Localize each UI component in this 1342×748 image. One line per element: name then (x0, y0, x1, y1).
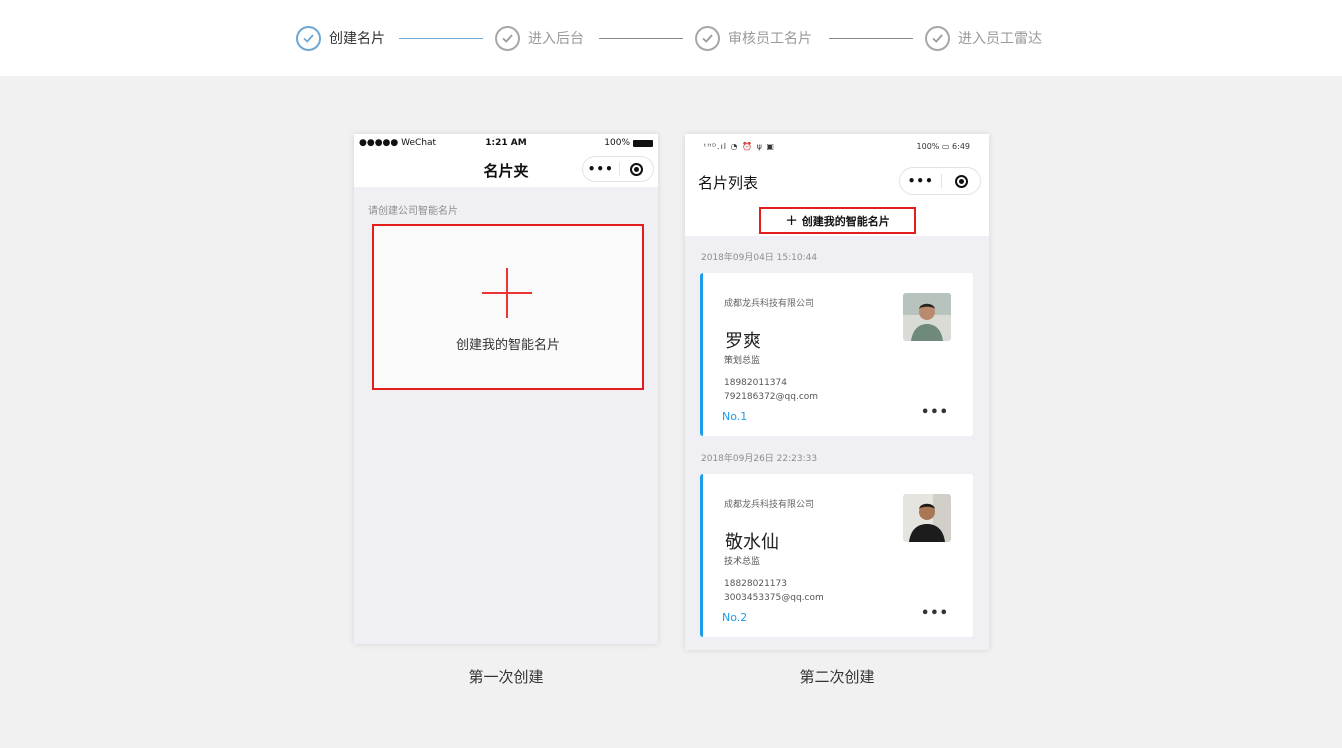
nav-bar: 名片夹 ••• (354, 152, 658, 187)
card-phone: 18982011374 (724, 378, 787, 388)
steps-bar: 创建名片 进入后台 审核员工名片 进入员工雷达 (0, 0, 1342, 76)
step-review-cards[interactable]: 审核员工名片 (695, 25, 812, 51)
card-company: 成都龙兵科技有限公司 (724, 500, 815, 510)
business-card[interactable]: 成都龙兵科技有限公司 罗爽 策划总监 18982011374 792186372… (700, 273, 973, 436)
step-label: 进入员工雷达 (958, 31, 1042, 47)
check-icon (495, 25, 520, 51)
card-role: 技术总监 (724, 557, 761, 567)
close-target-icon[interactable] (619, 162, 653, 176)
card-name: 敬水仙 (725, 532, 779, 553)
caption-second: 第二次创建 (799, 668, 875, 686)
card-role: 策划总监 (724, 356, 761, 366)
avatar (903, 293, 951, 341)
card-number: No.1 (722, 410, 748, 423)
close-target-icon[interactable] (942, 174, 980, 188)
check-icon (695, 25, 720, 51)
plus-icon (482, 268, 532, 318)
create-card-button[interactable]: + 创建我的智能名片 (759, 207, 916, 234)
card-number: No.2 (722, 611, 748, 624)
create-card-label: 创建我的智能名片 (801, 214, 890, 228)
more-icon[interactable]: ••• (921, 606, 949, 621)
step-label: 审核员工名片 (728, 31, 812, 47)
create-hint: 请创建公司智能名片 (368, 206, 458, 217)
card-phone: 18828021173 (724, 579, 787, 589)
battery-percent: 100% (604, 138, 630, 148)
step-create-card[interactable]: 创建名片 (296, 25, 385, 51)
mini-program-capsule: ••• (899, 167, 981, 195)
step-connector (399, 38, 483, 39)
step-connector (599, 38, 683, 39)
battery-indicator: 100% (604, 138, 653, 148)
step-connector (829, 38, 913, 39)
more-icon[interactable]: ••• (921, 405, 949, 420)
plus-icon: + (785, 210, 798, 229)
more-icon[interactable]: ••• (900, 174, 941, 188)
page-title: 名片列表 (698, 174, 759, 192)
header-area: ᵗᴴᴰ.ıl ◔ ⏰ ψ ▣ 100% ▭ 6:49 名片列表 ••• + 创建… (685, 134, 989, 236)
step-label: 创建名片 (329, 31, 385, 47)
more-icon[interactable]: ••• (583, 162, 619, 176)
card-date: 2018年09月26日 22:23:33 (701, 454, 818, 464)
step-label: 进入后台 (528, 31, 584, 47)
phone-first-create: ●●●●● WeChat 1:21 AM 100% 名片夹 ••• 请创建公司智… (354, 134, 658, 644)
check-icon (296, 25, 321, 51)
phone-second-create: ᵗᴴᴰ.ıl ◔ ⏰ ψ ▣ 100% ▭ 6:49 名片列表 ••• + 创建… (685, 134, 989, 650)
status-right: 100% ▭ 6:49 (916, 142, 970, 151)
mini-program-capsule: ••• (582, 156, 654, 182)
check-icon (925, 25, 950, 51)
card-email: 3003453375@qq.com (724, 593, 824, 603)
create-card-button[interactable]: 创建我的智能名片 (372, 224, 644, 390)
card-company: 成都龙兵科技有限公司 (724, 299, 815, 309)
card-name: 罗爽 (725, 331, 761, 352)
create-card-label: 创建我的智能名片 (455, 338, 560, 353)
avatar (903, 494, 951, 542)
status-bar: ●●●●● WeChat 1:21 AM 100% (354, 134, 658, 152)
card-date: 2018年09月04日 15:10:44 (701, 253, 818, 263)
card-email: 792186372@qq.com (724, 392, 819, 402)
step-employee-radar[interactable]: 进入员工雷达 (925, 25, 1042, 51)
caption-first: 第一次创建 (468, 668, 544, 686)
step-enter-backend[interactable]: 进入后台 (495, 25, 584, 51)
battery-icon (633, 139, 653, 147)
status-icons: ᵗᴴᴰ.ıl ◔ ⏰ ψ ▣ (704, 142, 775, 151)
business-card[interactable]: 成都龙兵科技有限公司 敬水仙 技术总监 18828021173 30034533… (700, 474, 973, 637)
